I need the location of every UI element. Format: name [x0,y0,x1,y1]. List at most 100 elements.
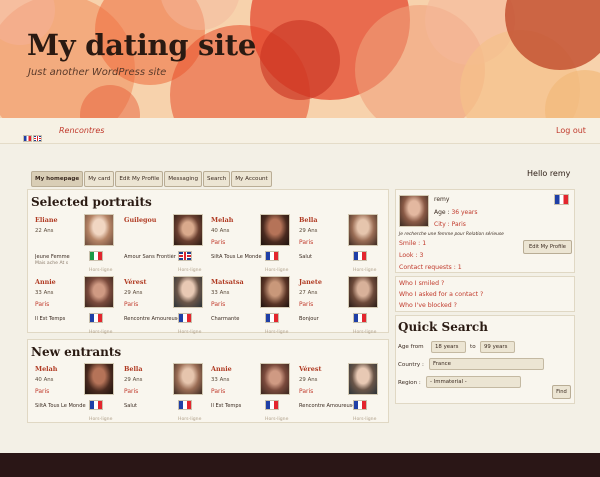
tab-search[interactable]: Search [203,171,231,187]
france-flag-icon [353,251,367,261]
online-status: Hors-ligne [89,330,113,335]
profile-photo[interactable] [173,363,203,395]
site-title[interactable]: My dating site [27,28,256,62]
france-flag-icon [554,194,569,205]
tab-my-homepage[interactable]: My homepage [31,171,84,187]
portrait-card-melah[interactable]: Melah 40 Ans Paris SiltA Tous Le Monde H… [206,211,292,278]
france-flag-icon [89,313,103,323]
profile-name[interactable]: Annie [211,365,232,373]
profile-name[interactable]: Guilegou [124,216,156,224]
profile-photo[interactable] [84,276,114,308]
profile-name[interactable]: Bella [124,365,142,373]
portrait-card-verest[interactable]: Vérest 29 Ans Paris Rencontre Amoureuse … [119,273,205,340]
who-i-asked-link[interactable]: Who I asked for a contact ? [399,291,483,298]
tab-my-account[interactable]: My Account [231,171,272,187]
portrait-card-matsatsa[interactable]: Matsatsa 33 Ans Paris Charmante Hors-lig… [206,273,292,340]
site-footer [0,453,600,477]
age-from-select[interactable]: 18 years [431,341,466,353]
logout-link[interactable]: Log out [556,126,586,135]
region-select[interactable]: - Immaterial - [426,376,521,388]
my-avatar[interactable] [399,195,429,227]
profile-photo[interactable] [348,214,378,246]
age-to-select[interactable]: 99 years [480,341,515,353]
profile-name[interactable]: Janete [299,278,322,286]
profile-name[interactable]: Melah [35,365,57,373]
portrait-card-bella[interactable]: Bella 29 Ans Paris Salut Hors-ligne [294,211,380,278]
who-i-blocked-link[interactable]: Who I've blocked ? [399,302,457,309]
tab-my-card[interactable]: My card [84,171,115,187]
profile-photo[interactable] [348,363,378,395]
italy-flag-icon [89,251,103,261]
entrant-card-melah[interactable]: Melah 40 Ans Paris SiltA Tous Le Monde H… [30,360,116,427]
online-status: Hors-ligne [178,417,202,422]
country-select[interactable]: France [429,358,544,370]
profile-name[interactable]: Bella [299,216,317,224]
look-count-link[interactable]: Look : 3 [399,252,423,259]
entrant-card-bella[interactable]: Bella 29 Ans Paris Salut Hors-ligne [119,360,205,427]
quick-search-title: Quick Search [398,320,488,334]
profile-tagline: Il Est Temps [211,403,242,409]
profile-name[interactable]: Melah [211,216,233,224]
french-flag-icon[interactable] [23,135,32,142]
portrait-card-eliane[interactable]: Eliane 22 Ans Jeune Femme Mais ache At s… [30,211,116,278]
smile-count-link[interactable]: Smile : 1 [399,240,426,247]
my-city: City : Paris [434,221,466,228]
profile-name[interactable]: Eliane [35,216,58,224]
portrait-card-janete[interactable]: Janete 27 Ans Paris Bonjour Hors-ligne [294,273,380,340]
entrant-card-verest[interactable]: Vérest 29 Ans Paris Rencontre Amoureuse … [294,360,380,427]
profile-city: Paris [211,239,226,246]
profile-tagline: Charmante [211,316,240,322]
profile-name[interactable]: Vérest [124,278,146,286]
my-username: remy [434,196,450,203]
profile-photo[interactable] [84,363,114,395]
profile-name[interactable]: Vérest [299,365,321,373]
age-to-label: to [470,344,476,350]
nav-link-rencontres[interactable]: Rencontres [59,126,104,135]
france-flag-icon [89,400,103,410]
contact-requests-link[interactable]: Contact requests : 1 [399,264,462,271]
greeting: Hello remy [527,169,571,178]
online-status: Hors-ligne [89,417,113,422]
profile-city: Paris [299,301,314,308]
edit-my-profile-button[interactable]: Edit My Profile [523,240,572,254]
profile-photo[interactable] [173,276,203,308]
find-button[interactable]: Find [552,385,571,399]
online-status: Hors-ligne [265,417,289,422]
france-flag-icon [353,313,367,323]
age-value: 36 years [451,209,478,216]
profile-photo[interactable] [348,276,378,308]
tab-messaging[interactable]: Messaging [164,171,203,187]
profile-age: 22 Ans [35,228,54,234]
tab-edit-my-profile[interactable]: Edit My Profile [115,171,164,187]
age-label: Age : [434,209,450,216]
entrant-card-annie[interactable]: Annie 33 Ans Paris Il Est Temps Hors-lig… [206,360,292,427]
who-i-smiled-link[interactable]: Who I smiled ? [399,280,444,287]
english-flag-icon[interactable] [33,135,42,142]
portrait-card-guilegou[interactable]: Guilegou Amour Sans Frontière Hors-ligne [119,211,205,278]
france-flag-icon [265,313,279,323]
city-label: City : [434,221,450,228]
main-content: My homepage My card Edit My Profile Messagi… [27,160,575,425]
city-value: Paris [451,221,466,228]
profile-photo[interactable] [84,214,114,246]
my-profile-box: remy Age : 36 years City : Paris Je rech… [395,189,575,273]
online-status: Hors-ligne [353,330,377,335]
age-from-label: Age from [398,344,424,350]
portrait-card-annie[interactable]: Annie 33 Ans Paris Il Est Temps Hors-lig… [30,273,116,340]
profile-tagline: Salut [299,254,312,260]
profile-photo[interactable] [260,276,290,308]
profile-name[interactable]: Annie [35,278,56,286]
profile-age: 40 Ans [35,377,54,383]
profile-photo[interactable] [260,214,290,246]
profile-photo[interactable] [173,214,203,246]
profile-age: 29 Ans [124,377,143,383]
profile-name[interactable]: Matsatsa [211,278,244,286]
selected-portraits-panel: Selected portraits Eliane 22 Ans Jeune F… [27,189,389,335]
account-tabs: My homepage My card Edit My Profile Messagi… [31,165,273,187]
my-age: Age : 36 years [434,209,478,216]
profile-tagline-more: Mais ache At s [35,261,69,266]
profile-age: 27 Ans [299,290,318,296]
profile-photo[interactable] [260,363,290,395]
profile-tagline: SiltA Tous Le Monde [211,254,262,260]
online-status: Hors-ligne [178,330,202,335]
